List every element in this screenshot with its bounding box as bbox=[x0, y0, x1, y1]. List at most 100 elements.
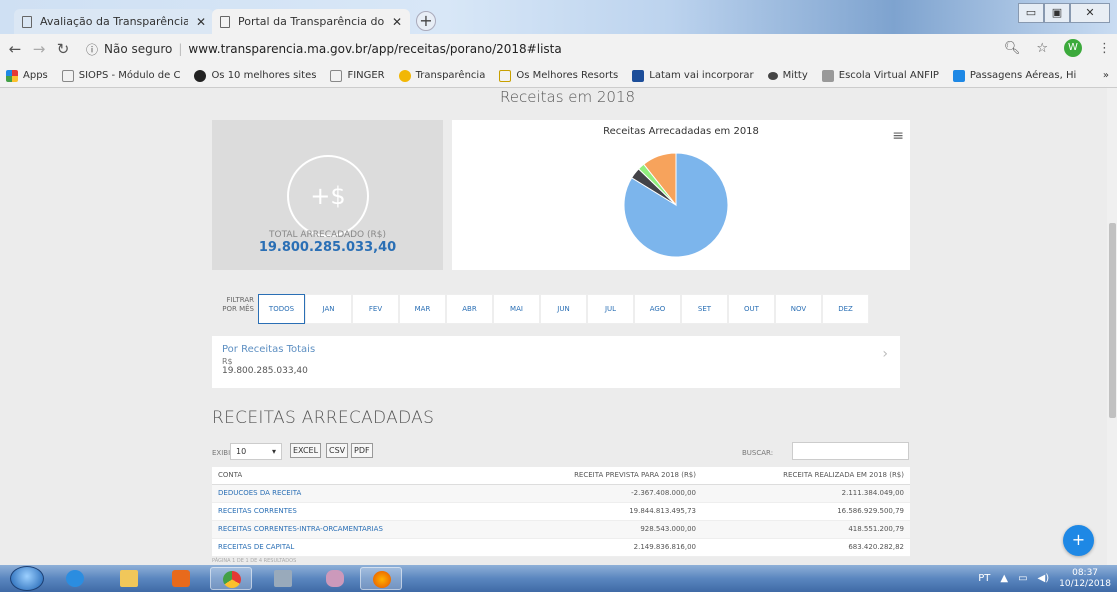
search-input[interactable] bbox=[792, 442, 909, 460]
info-icon[interactable]: ⓘ bbox=[86, 41, 98, 58]
month-filter-mar[interactable]: MAR bbox=[399, 294, 446, 324]
conta-link[interactable]: RECEITAS CORRENTES-INTRA-ORCAMENTARIAS bbox=[212, 520, 542, 539]
bookmark-label: Passagens Aéreas, Hi bbox=[969, 70, 1077, 81]
bookmark-star-icon[interactable]: ☆ bbox=[1036, 41, 1048, 56]
month-filter-mai[interactable]: MAI bbox=[493, 294, 540, 324]
pie-chart-card: Receitas Arrecadadas em 2018 ≡ bbox=[452, 120, 910, 270]
start-button[interactable] bbox=[10, 566, 44, 591]
bookmark-apps[interactable]: Apps bbox=[6, 69, 48, 82]
month-filter: FILTRAR POR MÊS TODOS JAN FEV MAR ABR MAI JUN J… bbox=[212, 294, 910, 324]
firefox-icon[interactable] bbox=[360, 567, 402, 590]
total-arrecadado-card: +$ TOTAL ARRECADADO (R$) 19.800.285.033,… bbox=[212, 120, 443, 270]
conta-link[interactable]: RECEITAS CORRENTES bbox=[212, 502, 542, 521]
media-player-icon[interactable] bbox=[160, 567, 202, 590]
column-header-conta[interactable]: CONTA bbox=[212, 467, 542, 485]
month-filter-dez[interactable]: DEZ bbox=[822, 294, 869, 324]
bookmark-resorts[interactable]: Os Melhores Resorts bbox=[499, 69, 619, 82]
document-icon bbox=[220, 15, 230, 28]
bookmark-10-sites[interactable]: Os 10 melhores sites bbox=[194, 69, 317, 82]
month-filter-nov[interactable]: NOV bbox=[775, 294, 822, 324]
month-filter-todos[interactable]: TODOS bbox=[258, 294, 305, 324]
add-fab-button[interactable]: + bbox=[1063, 525, 1094, 556]
bookmark-label: Apps bbox=[23, 70, 48, 81]
filter-label: FILTRAR POR MÊS bbox=[222, 296, 254, 313]
bookmark-label: Os 10 melhores sites bbox=[211, 70, 317, 81]
bookmark-finger[interactable]: FINGER bbox=[330, 69, 385, 82]
security-label: Não seguro bbox=[104, 42, 173, 56]
column-header-realizada[interactable]: RECEITA REALIZADA EM 2018 (R$) bbox=[702, 467, 910, 485]
excel-button[interactable]: EXCEL bbox=[290, 443, 322, 458]
maximize-button[interactable]: ▣ bbox=[1044, 3, 1070, 23]
back-icon[interactable]: ← bbox=[6, 40, 24, 58]
language-indicator[interactable]: PT bbox=[978, 573, 990, 584]
page-scrollbar[interactable] bbox=[1107, 88, 1117, 565]
bookmark-mitty[interactable]: Mitty bbox=[767, 70, 808, 81]
month-filter-out[interactable]: OUT bbox=[728, 294, 775, 324]
receitas-totais-card[interactable]: Por Receitas Totais R$ 19.800.285.033,40… bbox=[212, 336, 900, 388]
url-text[interactable]: www.transparencia.ma.gov.br/app/receitas… bbox=[188, 42, 561, 56]
profile-avatar[interactable]: W bbox=[1064, 39, 1082, 57]
close-window-button[interactable]: ✕ bbox=[1070, 3, 1110, 23]
table-row: DEDUCOES DA RECEITA -2.367.408.000,00 2.… bbox=[212, 484, 910, 503]
page-size-select[interactable]: 10 ▾ bbox=[230, 443, 282, 460]
table-row: RECEITAS CORRENTES 19.844.813.495,73 16.… bbox=[212, 502, 910, 521]
pdf-button[interactable]: PDF bbox=[351, 443, 373, 458]
more-bookmarks-icon[interactable]: » bbox=[1103, 70, 1117, 81]
conta-link[interactable]: DEDUCOES DA RECEITA bbox=[212, 484, 542, 503]
bookmark-escola-virtual[interactable]: Escola Virtual ANFIP bbox=[821, 69, 939, 82]
browser-menu-icon[interactable]: ⋮ bbox=[1098, 41, 1111, 56]
total-value: 19.800.285.033,40 bbox=[258, 240, 397, 255]
csv-button[interactable]: CSV bbox=[326, 443, 349, 458]
zoom-icon[interactable]: 🔍︎ bbox=[1004, 41, 1021, 56]
month-filter-jul[interactable]: JUL bbox=[587, 294, 634, 324]
clock[interactable]: 08:37 10/12/2018 bbox=[1059, 568, 1111, 590]
conta-link[interactable]: RECEITAS DE CAPITAL bbox=[212, 538, 542, 557]
table-controls: EXIBIR 10 ▾ EXCEL CSV PDF BUSCAR: bbox=[212, 442, 910, 462]
receitas-totais-label[interactable]: Por Receitas Totais bbox=[222, 344, 315, 355]
cell-realizada: 16.586.929.500,79 bbox=[702, 502, 910, 521]
table-row: RECEITAS DE CAPITAL 2.149.836.816,00 683… bbox=[212, 538, 910, 557]
clock-date: 10/12/2018 bbox=[1059, 578, 1111, 589]
browser-tabstrip: Avaliação da Transparência dos ✕ Portal … bbox=[0, 0, 1117, 34]
chevron-right-icon[interactable]: › bbox=[882, 346, 888, 362]
mitty-icon bbox=[767, 71, 778, 80]
network-icon[interactable]: ▭ bbox=[1018, 573, 1027, 584]
address-bar[interactable]: ⓘ Não seguro | www.transparencia.ma.gov.… bbox=[86, 41, 562, 58]
passagens-icon bbox=[952, 69, 965, 82]
bookmark-passagens[interactable]: Passagens Aéreas, Hi bbox=[952, 69, 1077, 82]
bookmark-label: Os Melhores Resorts bbox=[516, 70, 619, 81]
document-icon bbox=[22, 15, 32, 28]
forward-icon[interactable]: → bbox=[30, 40, 48, 58]
chrome-icon[interactable] bbox=[210, 567, 252, 590]
url-separator: | bbox=[178, 42, 183, 56]
explorer-icon[interactable] bbox=[108, 567, 150, 590]
month-filter-ago[interactable]: AGO bbox=[634, 294, 681, 324]
dropdown-arrow-icon: ▾ bbox=[271, 447, 276, 456]
scrollbar-thumb[interactable] bbox=[1109, 223, 1116, 418]
close-tab-icon[interactable]: ✕ bbox=[196, 15, 206, 29]
bookmark-siops[interactable]: SIOPS - Módulo de C bbox=[61, 69, 181, 82]
minimize-button[interactable]: ▭ bbox=[1018, 3, 1044, 23]
month-filter-set[interactable]: SET bbox=[681, 294, 728, 324]
bookmark-transparencia[interactable]: Transparência bbox=[398, 69, 485, 82]
dollar-icon: +$ bbox=[287, 155, 369, 237]
tab-portal-transparencia[interactable]: Portal da Transparência do Gove ✕ bbox=[212, 9, 410, 34]
month-filter-fev[interactable]: FEV bbox=[352, 294, 399, 324]
ie-icon[interactable] bbox=[54, 567, 96, 590]
bookmark-latam[interactable]: Latam vai incorporar bbox=[632, 69, 754, 82]
new-tab-button[interactable]: + bbox=[416, 11, 436, 31]
month-filter-abr[interactable]: ABR bbox=[446, 294, 493, 324]
bookmark-label: Mitty bbox=[782, 70, 808, 81]
show-hidden-icons-icon[interactable]: ▲ bbox=[1000, 573, 1008, 584]
tab-avaliacao[interactable]: Avaliação da Transparência dos ✕ bbox=[14, 9, 214, 34]
calculator-icon[interactable] bbox=[262, 567, 304, 590]
reload-icon[interactable]: ↻ bbox=[54, 40, 72, 58]
bookmark-label: SIOPS - Módulo de C bbox=[78, 70, 181, 81]
cell-prevista: 2.149.836.816,00 bbox=[542, 538, 702, 557]
close-tab-icon[interactable]: ✕ bbox=[392, 15, 402, 29]
month-filter-jan[interactable]: JAN bbox=[305, 294, 352, 324]
paint-icon[interactable] bbox=[314, 567, 356, 590]
month-filter-jun[interactable]: JUN bbox=[540, 294, 587, 324]
volume-icon[interactable]: ◀) bbox=[1038, 573, 1050, 584]
column-header-prevista[interactable]: RECEITA PREVISTA PARA 2018 (R$) bbox=[542, 467, 702, 485]
